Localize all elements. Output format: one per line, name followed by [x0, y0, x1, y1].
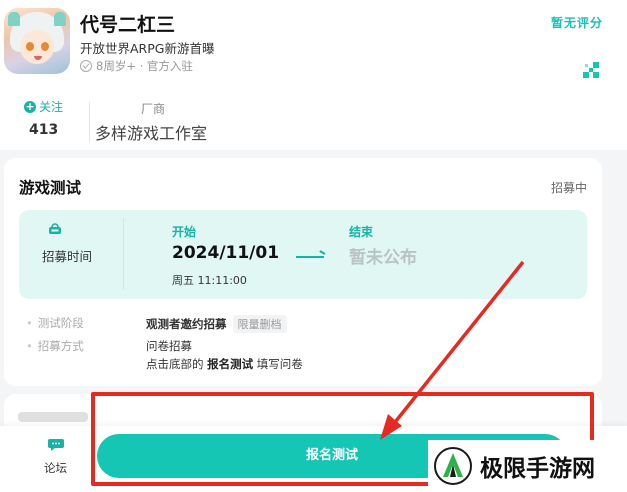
start-label: 开始 [172, 225, 197, 239]
stats-row: + 关注 413 厂商 多样游戏工作室 [0, 92, 627, 150]
watermark: 极限手游网 [428, 440, 627, 492]
recruit-time-label: 招募时间 [42, 249, 93, 264]
follow-button[interactable]: + 关注 [24, 98, 63, 115]
game-header: 代号二杠三 开放世界ARPG新游首曝 8周岁+ · 官方入驻 暂无评分 [0, 0, 627, 92]
recruit-status: 招募中 [550, 181, 587, 195]
beta-icon [49, 223, 61, 234]
game-subtitle: 开放世界ARPG新游首曝 [80, 41, 215, 56]
stage-value: 观测者邀约招募 [146, 317, 227, 331]
game-icon[interactable] [4, 8, 70, 74]
qr-code-icon[interactable] [583, 62, 599, 78]
card-title: 游戏测试 [19, 179, 82, 197]
game-title: 代号二杠三 [80, 14, 176, 36]
method-line-2-suffix: 填写问卷 [253, 357, 303, 371]
game-meta: 8周岁+ · 官方入驻 [80, 58, 193, 74]
method-line-2-prefix: 点击底部的 [146, 357, 208, 371]
end-label: 结束 [349, 225, 374, 239]
follow-label: 关注 [39, 100, 64, 114]
rating-label: 暂无评分 [550, 16, 603, 30]
verified-icon [80, 60, 92, 72]
end-value: 暂未公布 [349, 248, 417, 268]
forum-icon[interactable] [48, 438, 66, 452]
start-date: 2024/11/01 [172, 243, 280, 263]
start-time: 周五 11:11:00 [172, 274, 247, 287]
game-meta-text: 8周岁+ · 官方入驻 [96, 59, 193, 73]
game-test-card: 游戏测试 招募中 招募时间 开始 2024/11/01 周五 11:11:00 … [4, 158, 602, 386]
method-line-1: 问卷招募 [146, 339, 192, 353]
method-line-2: 点击底部的 报名测试 填写问卷 [146, 356, 303, 372]
stats-divider [89, 102, 90, 142]
method-label: 招募方式 [26, 338, 84, 354]
plus-icon: + [24, 99, 36, 113]
recruit-time-box: 招募时间 开始 2024/11/01 周五 11:11:00 结束 暂未公布 [19, 210, 587, 299]
arrow-right-icon [296, 256, 324, 258]
forum-label[interactable]: 论坛 [44, 460, 67, 476]
maker-label: 厂商 [141, 102, 166, 116]
next-card-title-placeholder [18, 412, 88, 422]
stage-tag: 限量删档 [232, 315, 287, 333]
recruit-divider [123, 218, 124, 290]
watermark-logo-icon [434, 447, 472, 485]
stage-value-row: 观测者邀约招募 限量删档 [146, 315, 287, 333]
method-line-2-bold: 报名测试 [207, 357, 254, 371]
follow-count: 413 [29, 122, 59, 138]
maker-name[interactable]: 多样游戏工作室 [95, 120, 207, 144]
watermark-text: 极限手游网 [480, 455, 595, 482]
stage-label: 测试阶段 [26, 315, 84, 331]
